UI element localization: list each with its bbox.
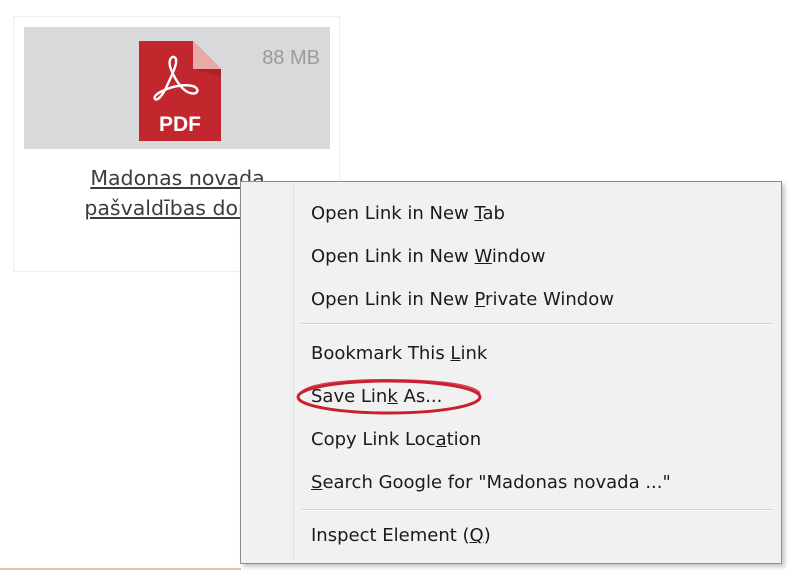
menu-item-search-google[interactable]: Search Google for "Madonas novada ..." xyxy=(311,463,771,503)
page-bottom-border xyxy=(0,568,241,570)
menu-item-copy-link-location[interactable]: Copy Link Location xyxy=(311,420,771,460)
file-link-line1[interactable]: Madonas novada xyxy=(90,166,264,190)
menu-separator xyxy=(301,323,773,325)
menu-item-open-new-tab[interactable]: Open Link in New Tab xyxy=(311,194,771,234)
pdf-icon-label: PDF xyxy=(159,113,201,136)
menu-gutter xyxy=(293,185,294,560)
menu-item-open-private-window[interactable]: Open Link in New Private Window xyxy=(311,280,771,320)
menu-item-bookmark-link[interactable]: Bookmark This Link xyxy=(311,334,771,374)
file-thumbnail[interactable]: PDF 88 MB xyxy=(24,27,330,149)
menu-item-open-new-window[interactable]: Open Link in New Window xyxy=(311,237,771,277)
menu-item-save-link-as[interactable]: Save Link As... xyxy=(311,377,771,417)
file-size: 88 MB xyxy=(262,47,320,69)
pdf-file-icon: PDF xyxy=(139,41,221,141)
menu-separator xyxy=(301,509,773,511)
menu-item-inspect-element[interactable]: Inspect Element (Q) xyxy=(311,516,771,556)
context-menu: Open Link in New Tab Open Link in New Wi… xyxy=(240,181,782,564)
